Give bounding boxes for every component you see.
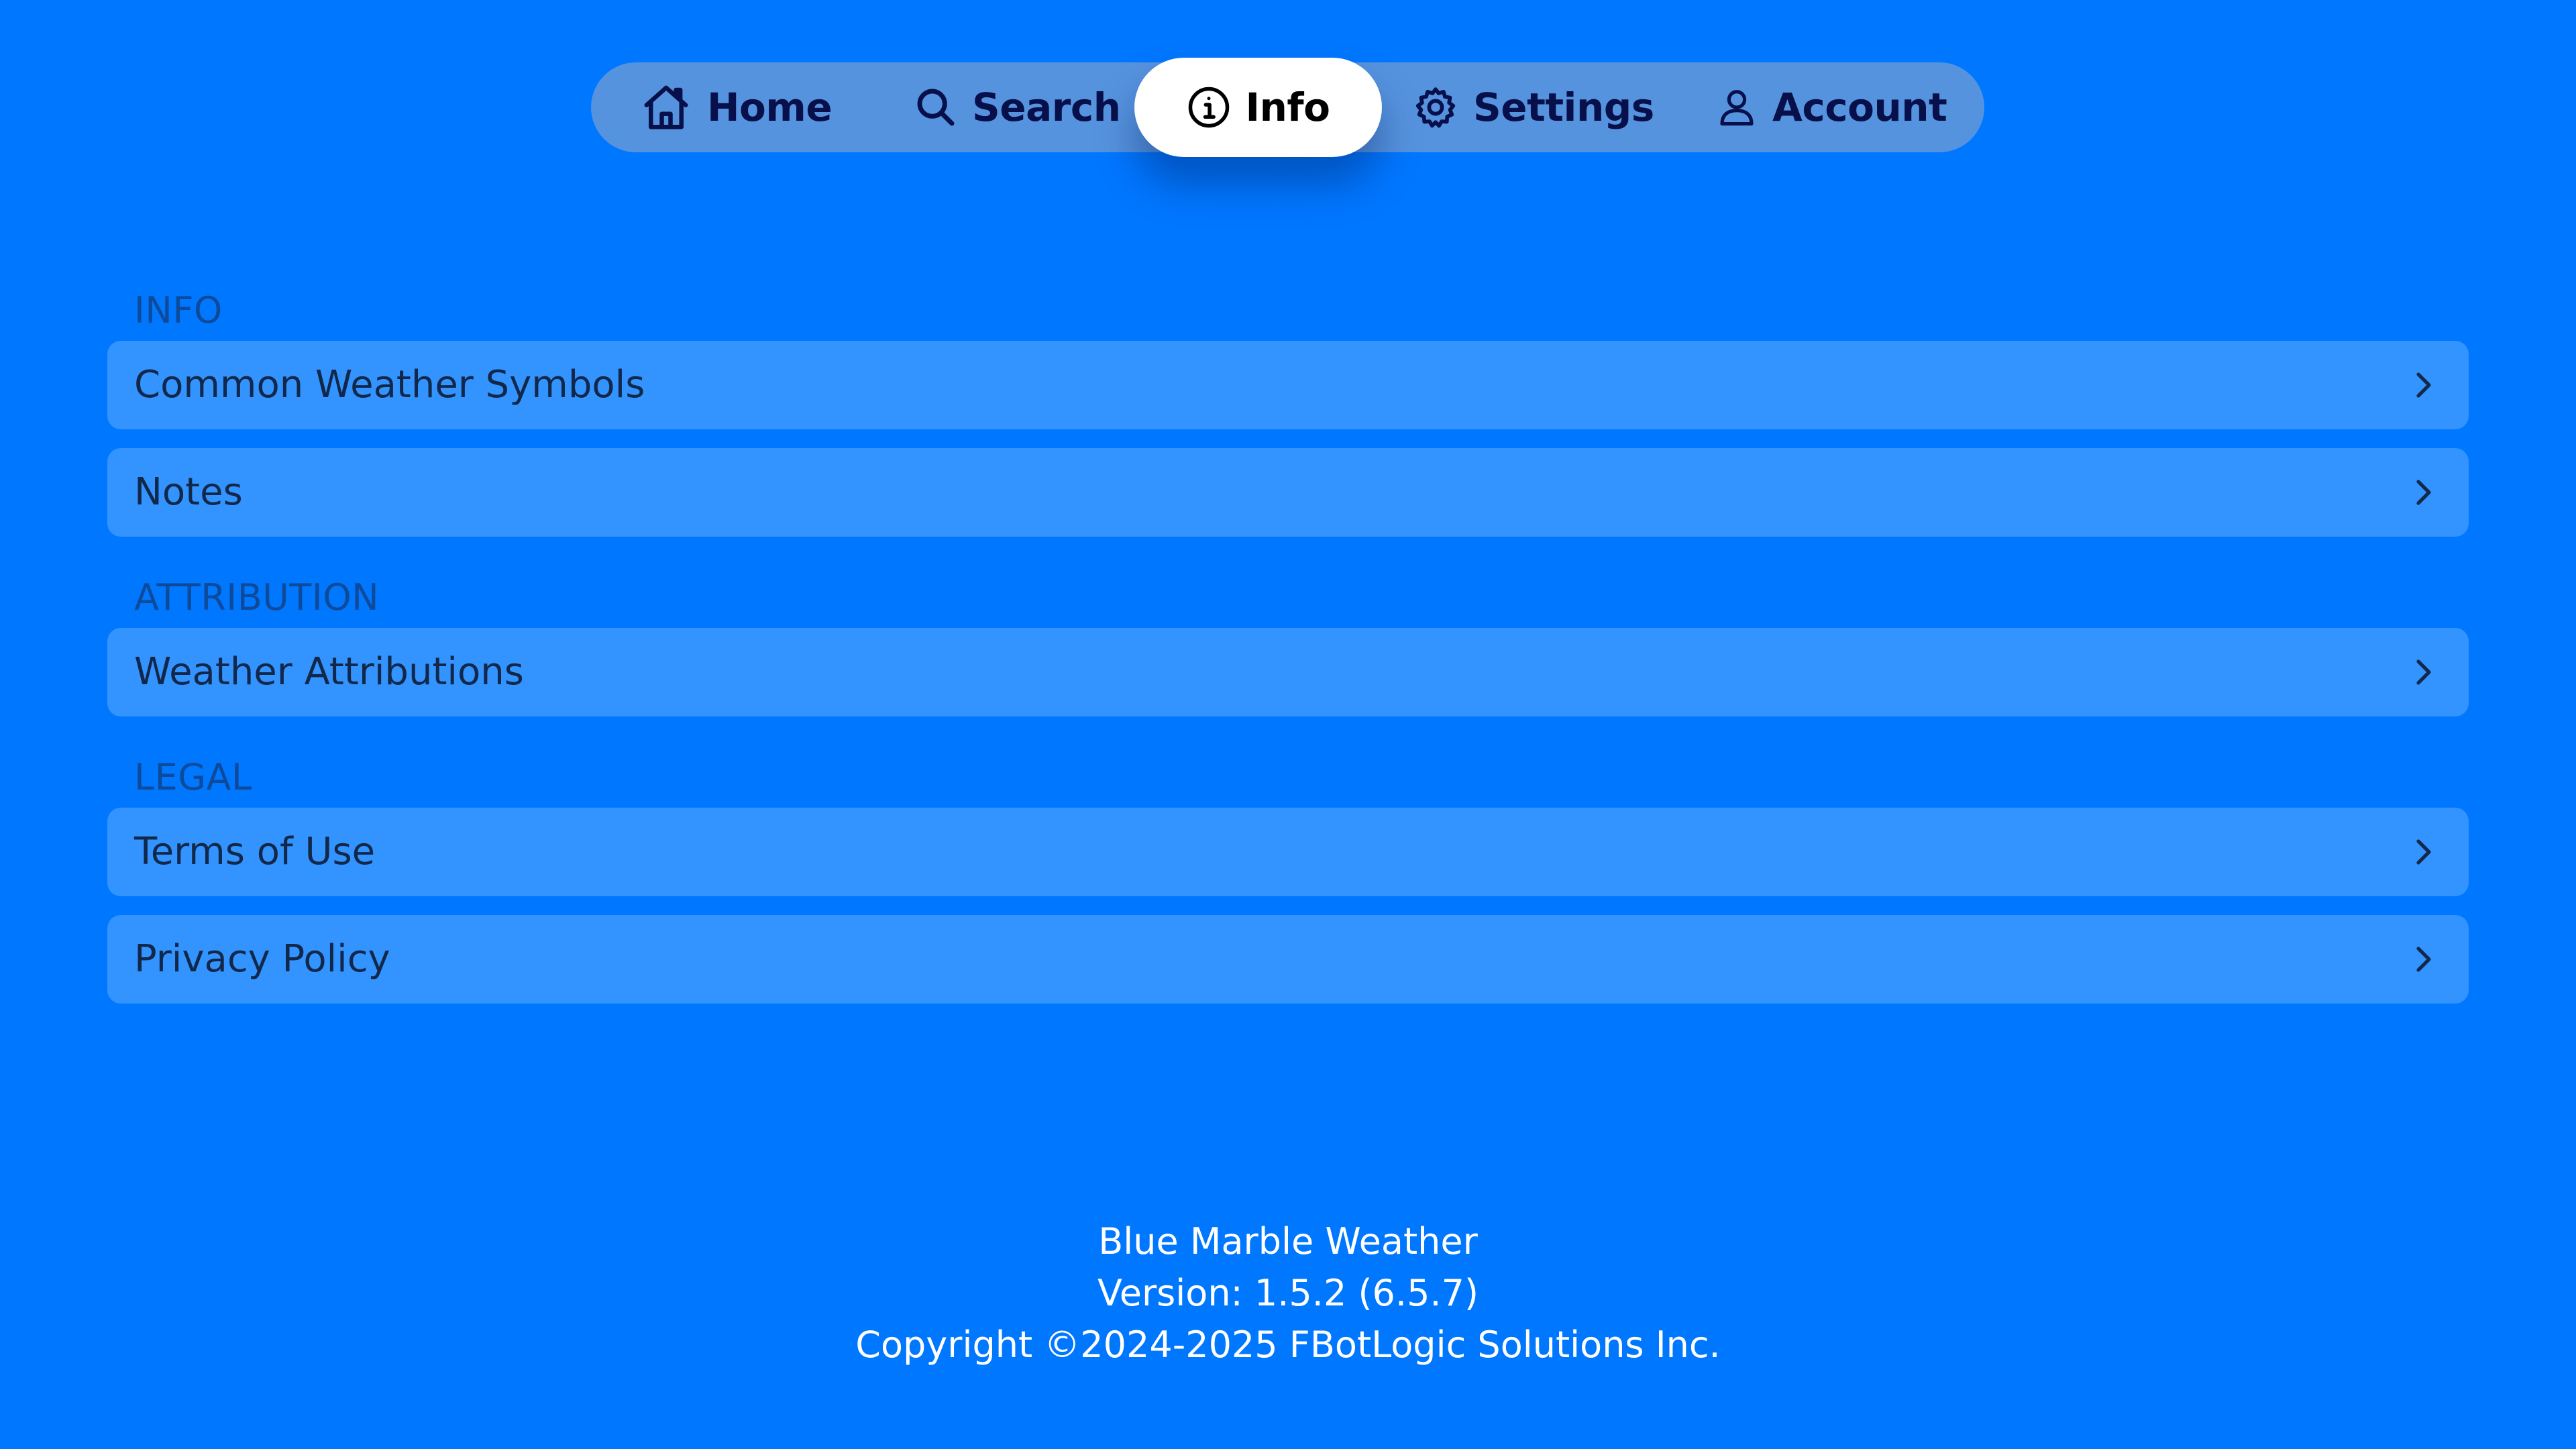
info-screen: Home Search Info Settings Account INFO C… <box>0 0 2576 1449</box>
magnifier-icon <box>914 86 957 129</box>
tab-account-label: Account <box>1772 85 1947 130</box>
tab-bar: Home Search Info Settings Account <box>591 58 1984 157</box>
tab-search[interactable]: Search <box>914 62 1121 152</box>
tab-search-label: Search <box>972 85 1121 130</box>
list-item-notes[interactable]: Notes <box>107 448 2469 537</box>
info-circle-icon <box>1187 85 1231 129</box>
tab-account[interactable]: Account <box>1716 62 1947 152</box>
tab-home-label: Home <box>707 85 833 130</box>
list-item-weather-attributions[interactable]: Weather Attributions <box>107 628 2469 716</box>
list-item-terms-of-use[interactable]: Terms of Use <box>107 808 2469 896</box>
list-item-label: Common Weather Symbols <box>134 363 645 407</box>
app-name: Blue Marble Weather <box>1098 1220 1478 1263</box>
tab-info[interactable]: Info <box>1134 58 1382 157</box>
list-item-label: Weather Attributions <box>134 650 524 694</box>
tab-home[interactable]: Home <box>640 62 833 152</box>
section-header-legal: LEGAL <box>134 756 252 798</box>
house-icon <box>640 81 692 133</box>
tab-settings[interactable]: Settings <box>1413 62 1654 152</box>
chevron-right-icon <box>2407 656 2439 688</box>
list-item-label: Privacy Policy <box>134 937 390 981</box>
gear-icon <box>1413 85 1458 130</box>
chevron-right-icon <box>2407 369 2439 401</box>
list-item-privacy-policy[interactable]: Privacy Policy <box>107 915 2469 1004</box>
section-header-attribution: ATTRIBUTION <box>134 576 380 619</box>
person-icon <box>1716 87 1758 128</box>
app-version: Version: 1.5.2 (6.5.7) <box>1097 1272 1479 1314</box>
tab-info-label: Info <box>1245 85 1330 130</box>
section-header-info: INFO <box>134 289 223 331</box>
copyright-notice: Copyright ©2024-2025 FBotLogic Solutions… <box>855 1324 1721 1366</box>
chevron-right-icon <box>2407 943 2439 975</box>
list-item-label: Notes <box>134 470 243 514</box>
list-item-label: Terms of Use <box>134 830 376 873</box>
tab-settings-label: Settings <box>1473 85 1654 130</box>
chevron-right-icon <box>2407 836 2439 868</box>
list-item-common-weather-symbols[interactable]: Common Weather Symbols <box>107 341 2469 429</box>
chevron-right-icon <box>2407 476 2439 508</box>
app-info-footer: Blue Marble Weather Version: 1.5.2 (6.5.… <box>0 1216 2576 1371</box>
